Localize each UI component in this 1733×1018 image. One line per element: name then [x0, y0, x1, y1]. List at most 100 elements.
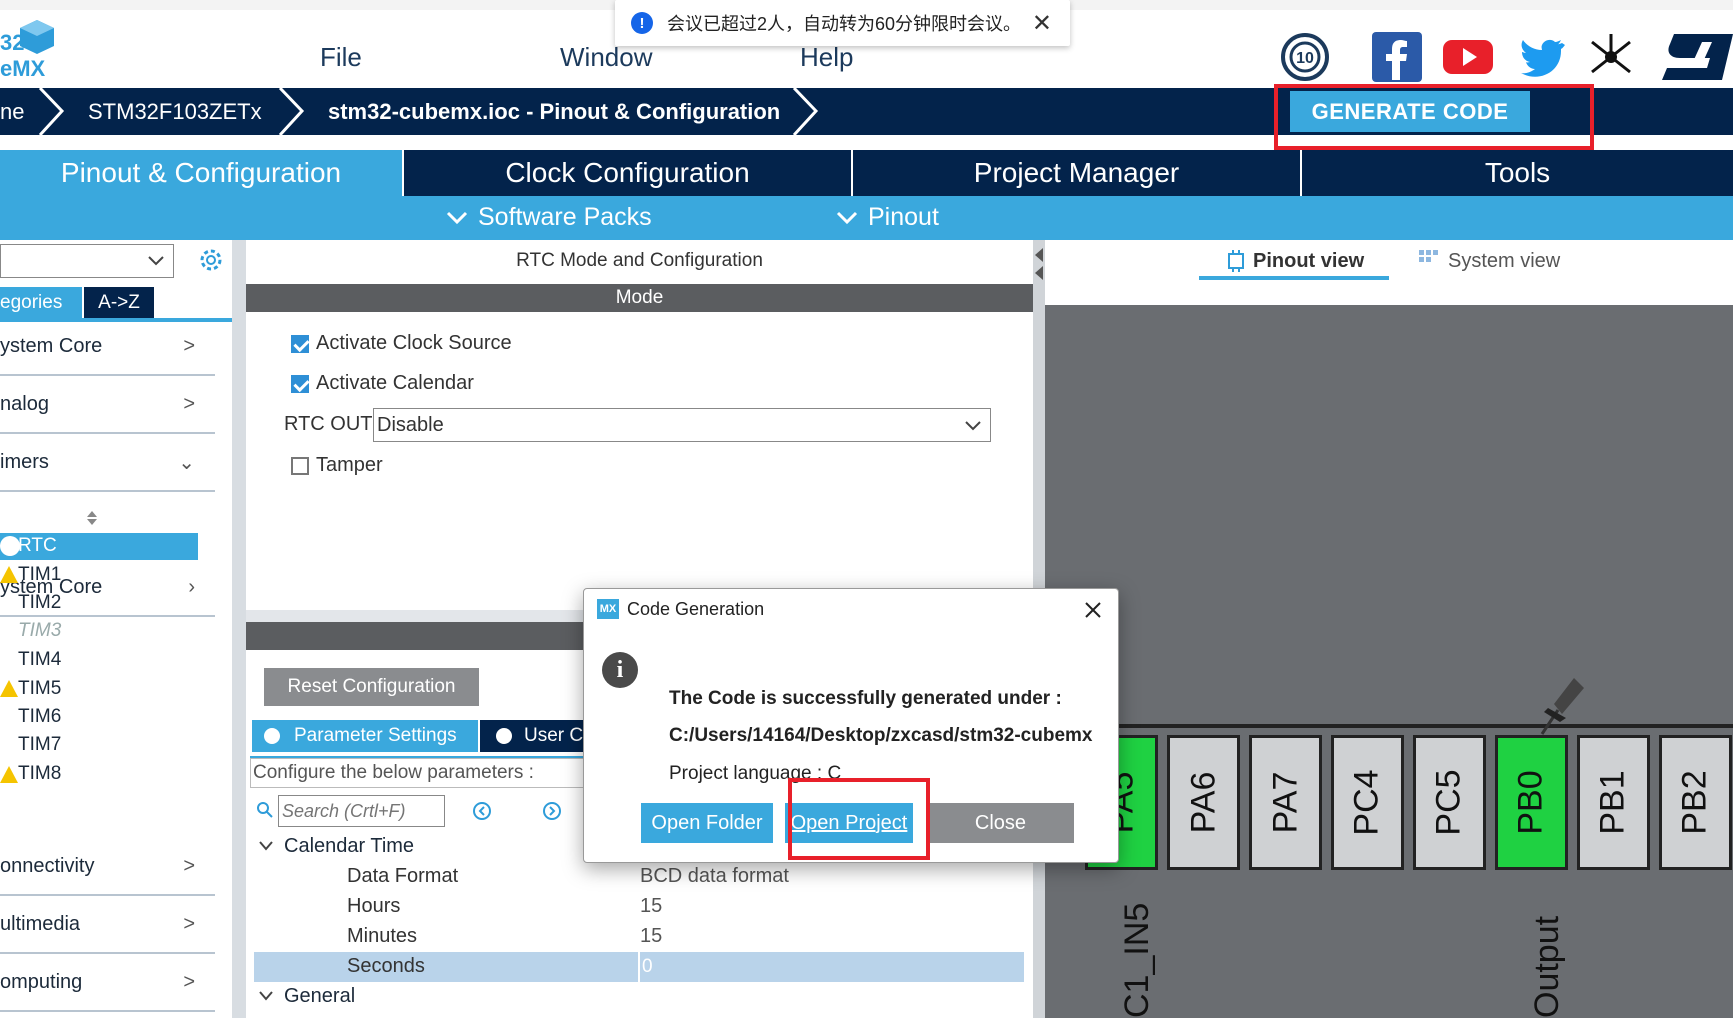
tab-a-z[interactable]: A->Z: [84, 287, 154, 318]
panel-splitter[interactable]: [232, 240, 246, 1018]
software-packs-menu[interactable]: Software Packs: [478, 203, 652, 232]
facebook-icon[interactable]: [1372, 32, 1422, 82]
highlight-box-open-project: [788, 778, 930, 860]
pin-pa6[interactable]: PA6: [1167, 735, 1240, 870]
menu-window[interactable]: Window: [560, 42, 652, 73]
pin-label: PC4: [1347, 769, 1386, 836]
tab-tools[interactable]: Tools: [1302, 150, 1733, 196]
open-folder-button[interactable]: Open Folder: [641, 803, 773, 843]
breadcrumb-home[interactable]: ne: [0, 99, 24, 125]
chip-icon: [1228, 250, 1244, 272]
breadcrumb-device[interactable]: STM32F103ZETx: [88, 99, 262, 125]
pin-pb0[interactable]: PB0: [1495, 735, 1568, 870]
timer-item[interactable]: TIM4: [18, 649, 61, 671]
param-value[interactable]: 15: [640, 895, 662, 918]
close-button[interactable]: Close: [927, 803, 1074, 843]
tab-categories[interactable]: egories: [0, 287, 82, 318]
tamper-checkbox[interactable]: [291, 457, 309, 475]
timer-item[interactable]: TIM7: [18, 734, 61, 756]
prev-result-icon[interactable]: [472, 801, 492, 821]
param-name: Minutes: [347, 925, 418, 947]
search-input[interactable]: [278, 795, 445, 827]
menu-help[interactable]: Help: [800, 42, 853, 73]
timer-item[interactable]: TIM6: [18, 706, 61, 728]
youtube-icon[interactable]: [1443, 32, 1493, 82]
param-name: Seconds: [347, 955, 425, 977]
check-ok-icon: [496, 728, 512, 744]
category-label: ultimedia: [0, 912, 81, 935]
gear-icon[interactable]: [197, 246, 225, 274]
pin-pb1[interactable]: PB1: [1577, 735, 1650, 870]
timer-item[interactable]: TIM3: [18, 620, 61, 642]
timer-item[interactable]: TIM2: [18, 592, 61, 614]
timer-item[interactable]: TIM1: [18, 564, 61, 586]
pin-pb2[interactable]: PB2: [1659, 735, 1732, 870]
pa5-signal-label: C1_IN5: [1118, 902, 1156, 1018]
rtc-out-select[interactable]: Disable: [373, 408, 991, 442]
pin-pc5[interactable]: PC5: [1413, 735, 1486, 870]
pin-pa7[interactable]: PA7: [1249, 735, 1322, 870]
timer-item[interactable]: RTC: [18, 535, 57, 557]
tree-general[interactable]: General: [284, 985, 355, 1008]
tab-project-manager[interactable]: Project Manager: [853, 150, 1302, 196]
sort-icon[interactable]: [86, 510, 98, 526]
rtc-out-value: Disable: [377, 414, 444, 436]
param-value[interactable]: 15: [640, 925, 662, 948]
timer-item[interactable]: TIM8: [18, 763, 61, 785]
pin-label: PA7: [1266, 771, 1304, 834]
activate-clock-checkbox[interactable]: [291, 335, 309, 353]
activate-calendar-checkbox[interactable]: [291, 375, 309, 393]
tab-pinout-configuration[interactable]: Pinout & Configuration: [0, 150, 404, 196]
param-name: Hours: [347, 895, 401, 917]
st-logo-icon[interactable]: [1662, 34, 1733, 80]
logo-text-1: 32: [0, 30, 25, 55]
close-icon[interactable]: [1084, 601, 1102, 619]
breadcrumb-chevron-icon: [278, 88, 305, 135]
notification-close-icon[interactable]: ✕: [1032, 9, 1052, 38]
category-filter-select[interactable]: [0, 244, 174, 278]
category-computing[interactable]: omputing >: [0, 954, 215, 1012]
chevron-down-icon: [836, 211, 858, 225]
warning-icon: [0, 680, 18, 697]
menu-file[interactable]: File: [320, 42, 362, 73]
highlight-box-generate: [1274, 84, 1594, 150]
rtc-out-label: RTC OUT: [284, 413, 373, 435]
chevron-down-icon[interactable]: [258, 990, 274, 1002]
tab-clock-configuration[interactable]: Clock Configuration: [404, 150, 853, 196]
tab-parameter-settings[interactable]: Parameter Settings: [252, 720, 478, 752]
breadcrumb-project[interactable]: stm32-cubemx.ioc - Pinout & Configuratio…: [328, 99, 780, 125]
chevron-right-icon: >: [183, 854, 195, 877]
network-icon[interactable]: [1586, 32, 1636, 82]
category-analog[interactable]: nalog >: [0, 376, 215, 434]
category-system-core[interactable]: ystem Core >: [0, 318, 215, 376]
notification-text: 会议已超过2人，自动转为60分钟限时会议。: [667, 14, 1022, 34]
category-multimedia[interactable]: ultimedia >: [0, 896, 215, 954]
anniversary-badge-icon[interactable]: 10: [1280, 32, 1330, 82]
category-connectivity[interactable]: onnectivity >: [0, 838, 215, 896]
category-label: ystem Core: [0, 334, 103, 357]
tab-system-view[interactable]: System view: [1448, 250, 1560, 273]
seconds-value-input[interactable]: 0: [638, 952, 1024, 982]
param-name: Data Format: [347, 865, 459, 887]
tab-pinout-view[interactable]: Pinout view: [1253, 250, 1364, 273]
reset-configuration-button[interactable]: Reset Configuration: [264, 668, 479, 706]
pinout-panel: Pinout view System view: [1045, 240, 1733, 1018]
pin-pc4[interactable]: PC4: [1331, 735, 1404, 870]
next-result-icon[interactable]: [542, 801, 562, 821]
chevron-right-icon: >: [183, 912, 195, 935]
dialog-title: Code Generation: [627, 599, 765, 619]
mx-badge-icon: MX: [597, 599, 619, 619]
collapse-arrows-icon[interactable]: [1033, 246, 1045, 282]
sub-toolbar: Software Packs Pinout: [0, 196, 1733, 240]
twitter-icon[interactable]: [1515, 32, 1565, 82]
pinout-menu[interactable]: Pinout: [868, 203, 939, 232]
category-timers[interactable]: imers ⌄: [0, 434, 215, 492]
param-value[interactable]: BCD data format: [640, 865, 789, 888]
check-ok-icon: [0, 536, 20, 556]
meeting-notification: ! 会议已超过2人，自动转为60分钟限时会议。 ✕: [615, 0, 1070, 46]
chevron-down-icon[interactable]: [258, 840, 274, 852]
warning-icon: [0, 766, 18, 783]
breadcrumb-chevron-icon: [792, 88, 819, 135]
timer-item[interactable]: TIM5: [18, 678, 61, 700]
tree-calendar-time[interactable]: Calendar Time: [284, 835, 414, 858]
